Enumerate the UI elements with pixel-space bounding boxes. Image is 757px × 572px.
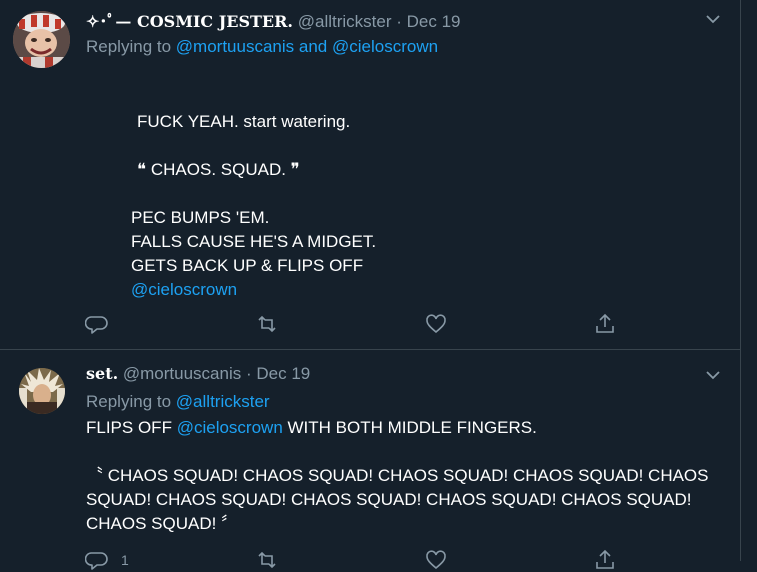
timestamp[interactable]: Dec 19 <box>256 364 310 383</box>
user-handle[interactable]: @mortuuscanis <box>123 364 241 383</box>
separator: · <box>396 12 402 31</box>
replying-label: Replying to <box>86 37 172 56</box>
retweet-icon[interactable] <box>255 312 279 336</box>
replying-label: Replying to <box>86 392 172 411</box>
column-divider <box>740 0 741 561</box>
tweet-text: FUCK YEAH. start watering. ❝ CHAOS. SQUA… <box>131 110 376 302</box>
avatar[interactable] <box>19 368 65 414</box>
share-icon[interactable] <box>593 312 617 336</box>
mention-link[interactable]: @cieloscrown <box>177 418 283 437</box>
like-icon[interactable] <box>424 312 448 336</box>
timestamp[interactable]: Dec 19 <box>407 12 461 31</box>
text-line: FUCK YEAH. start watering. <box>137 112 351 131</box>
tweet-header: set. @mortuuscanis · Dec 19 <box>86 364 310 384</box>
text-line: PEC BUMPS 'EM. <box>131 208 270 227</box>
avatar[interactable] <box>13 11 70 68</box>
mention-link[interactable]: @cieloscrown <box>332 37 438 56</box>
replying-and: and <box>298 37 328 56</box>
replying-to: Replying to @alltrickster <box>86 392 270 412</box>
chevron-down-icon[interactable] <box>706 370 720 380</box>
replying-to: Replying to @mortuuscanis and @cieloscro… <box>86 37 438 57</box>
mention-link[interactable]: @cieloscrown <box>131 278 376 302</box>
display-name[interactable]: ✧･ﾟ— COSMIC JESTER. <box>86 12 293 31</box>
tweet[interactable]: ✧･ﾟ— COSMIC JESTER. @alltrickster · Dec … <box>0 0 740 350</box>
tweet-header: ✧･ﾟ— COSMIC JESTER. @alltrickster · Dec … <box>86 8 461 32</box>
tweet-text: FLIPS OFF @cieloscrown WITH BOTH MIDDLE … <box>86 416 716 536</box>
text-line: 〝 CHAOS SQUAD! CHAOS SQUAD! CHAOS SQUAD!… <box>86 466 709 533</box>
retweet-icon[interactable] <box>255 548 279 572</box>
share-icon[interactable] <box>593 548 617 572</box>
reply-count: 1 <box>121 552 129 568</box>
separator: · <box>245 364 252 383</box>
text-fragment: FLIPS OFF <box>86 418 172 437</box>
text-line: FLIPS OFF @cieloscrown WITH BOTH MIDDLE … <box>86 416 716 440</box>
user-handle[interactable]: @alltrickster <box>298 12 392 31</box>
like-icon[interactable] <box>424 548 448 572</box>
text-line: GETS BACK UP & FLIPS OFF <box>131 256 364 275</box>
text-fragment: WITH BOTH MIDDLE FINGERS. <box>287 418 537 437</box>
text-line: ❝ CHAOS. SQUAD. ❞ <box>137 160 300 179</box>
display-name[interactable]: set. <box>86 364 118 383</box>
text-line: FALLS CAUSE HE'S A MIDGET. <box>131 232 377 251</box>
mention-link[interactable]: @alltrickster <box>176 392 270 411</box>
reply-icon[interactable] <box>85 548 109 572</box>
chevron-down-icon[interactable] <box>706 14 720 24</box>
reply-icon[interactable] <box>85 312 109 336</box>
mention-link[interactable]: @mortuuscanis <box>176 37 294 56</box>
